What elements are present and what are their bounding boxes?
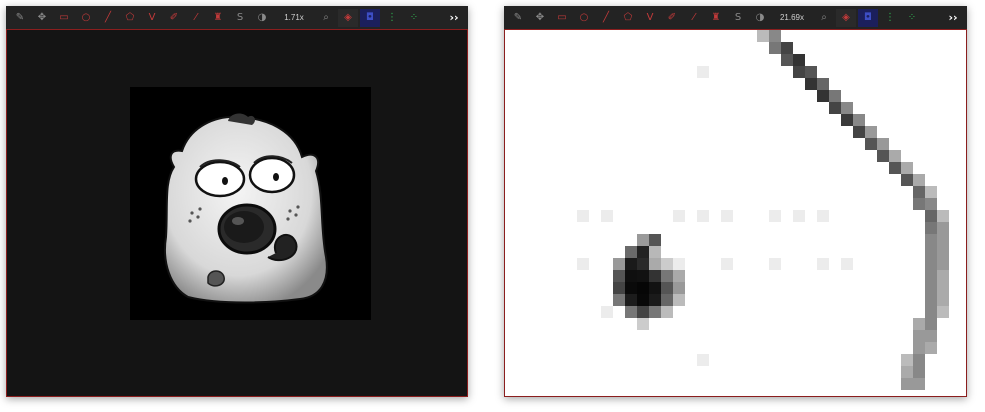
brush-icon[interactable]: ✎ (508, 9, 528, 27)
zoom-level: 21.69x (779, 13, 805, 22)
viewer-canvas-zoomed[interactable] (504, 29, 967, 397)
green-nodes-icon[interactable]: ⁘ (404, 9, 424, 27)
magnify-icon[interactable]: ⌕ (814, 9, 834, 27)
viewer-toolbar: ✎ ✥ ▭ ○ ╱ ⬠ V ✐ ⁄ ♜ S ◑ 1.71x ⌕ ◈ ◘ ⋮ ⁘ … (6, 6, 468, 29)
contrast-icon[interactable]: ◑ (252, 9, 272, 27)
image-viewer-right: ✎ ✥ ▭ ○ ╱ ⬠ V ✐ ⁄ ♜ S ◑ 21.69x ⌕ ◈ ◘ ⋮ ⁘… (504, 6, 967, 397)
green-tree-icon[interactable]: ⋮ (880, 9, 900, 27)
red-channel-icon[interactable]: ◈ (836, 8, 856, 27)
viewer-canvas[interactable] (6, 29, 468, 397)
rectangle-icon[interactable]: ▭ (552, 9, 572, 27)
pan-icon[interactable]: ✥ (530, 9, 550, 27)
stamp-icon[interactable]: ♜ (706, 9, 726, 27)
blue-channel-icon[interactable]: ◘ (360, 8, 380, 27)
ghost-illustration (164, 113, 328, 304)
vector-icon[interactable]: V (142, 9, 162, 27)
green-tree-icon[interactable]: ⋮ (382, 9, 402, 27)
pan-icon[interactable]: ✥ (32, 9, 52, 27)
green-nodes-icon[interactable]: ⁘ (902, 9, 922, 27)
line-icon[interactable]: ╱ (98, 9, 118, 27)
image-viewer-left: ✎ ✥ ▭ ○ ╱ ⬠ V ✐ ⁄ ♜ S ◑ 1.71x ⌕ ◈ ◘ ⋮ ⁘ … (6, 6, 468, 397)
line-icon[interactable]: ╱ (596, 9, 616, 27)
sharpen-icon[interactable]: S (230, 9, 250, 27)
more-tools-button[interactable]: ›› (943, 9, 963, 27)
blue-channel-icon[interactable]: ◘ (858, 8, 878, 27)
rectangle-icon[interactable]: ▭ (54, 9, 74, 27)
zoomed-pixel-view (577, 30, 949, 390)
sharpen-icon[interactable]: S (728, 9, 748, 27)
red-channel-icon[interactable]: ◈ (338, 8, 358, 27)
zoom-level: 1.71x (284, 13, 304, 22)
stamp-icon[interactable]: ♜ (208, 9, 228, 27)
polygon-icon[interactable]: ⬠ (618, 9, 638, 27)
viewer-toolbar: ✎ ✥ ▭ ○ ╱ ⬠ V ✐ ⁄ ♜ S ◑ 21.69x ⌕ ◈ ◘ ⋮ ⁘… (504, 6, 967, 29)
vector-icon[interactable]: V (640, 9, 660, 27)
eraser-icon[interactable]: ⁄ (186, 9, 206, 27)
ghost-image (130, 87, 371, 320)
magnify-icon[interactable]: ⌕ (316, 9, 336, 27)
pencil-icon[interactable]: ✐ (662, 9, 682, 27)
eraser-icon[interactable]: ⁄ (684, 9, 704, 27)
more-tools-button[interactable]: ›› (444, 9, 464, 27)
pencil-icon[interactable]: ✐ (164, 9, 184, 27)
contrast-icon[interactable]: ◑ (750, 9, 770, 27)
ellipse-icon[interactable]: ○ (76, 9, 96, 27)
ellipse-icon[interactable]: ○ (574, 9, 594, 27)
brush-icon[interactable]: ✎ (10, 9, 30, 27)
polygon-icon[interactable]: ⬠ (120, 9, 140, 27)
